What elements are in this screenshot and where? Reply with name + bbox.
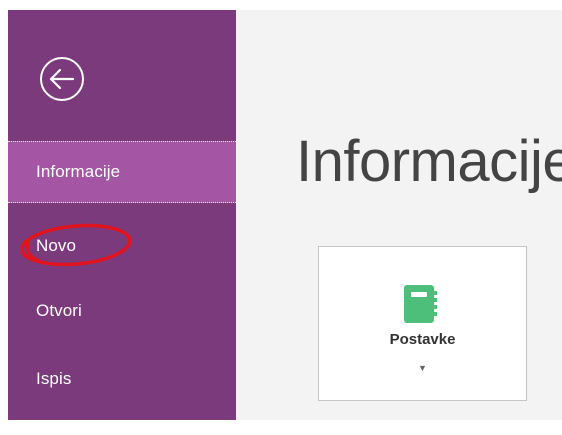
- settings-tile-button[interactable]: Postavke ▼: [318, 246, 527, 401]
- nav-item-novo[interactable]: Novo: [8, 215, 236, 277]
- back-button[interactable]: [38, 55, 86, 103]
- notebook-icon: [402, 284, 440, 324]
- page-title: Informacije: [296, 129, 562, 194]
- backstage-sidebar: Informacije Novo Otvori Ispis: [8, 10, 236, 420]
- nav-item-label: Informacije: [36, 162, 121, 181]
- settings-tile-label: Postavke: [389, 331, 456, 348]
- backstage-main: Informacije Postavke ▼: [236, 10, 562, 420]
- nav-item-otvori[interactable]: Otvori: [8, 280, 236, 342]
- nav-item-label: Ispis: [36, 369, 72, 388]
- chevron-down-icon: ▼: [418, 363, 427, 373]
- arrow-left-circle-icon: [38, 55, 86, 103]
- nav-item-informacije[interactable]: Informacije: [8, 141, 236, 203]
- nav-item-ispis[interactable]: Ispis: [8, 348, 236, 410]
- nav-item-label: Otvori: [36, 301, 82, 320]
- nav-item-label: Novo: [36, 236, 77, 255]
- backstage-screen: Informacije Novo Otvori Ispis Informacij…: [0, 0, 562, 435]
